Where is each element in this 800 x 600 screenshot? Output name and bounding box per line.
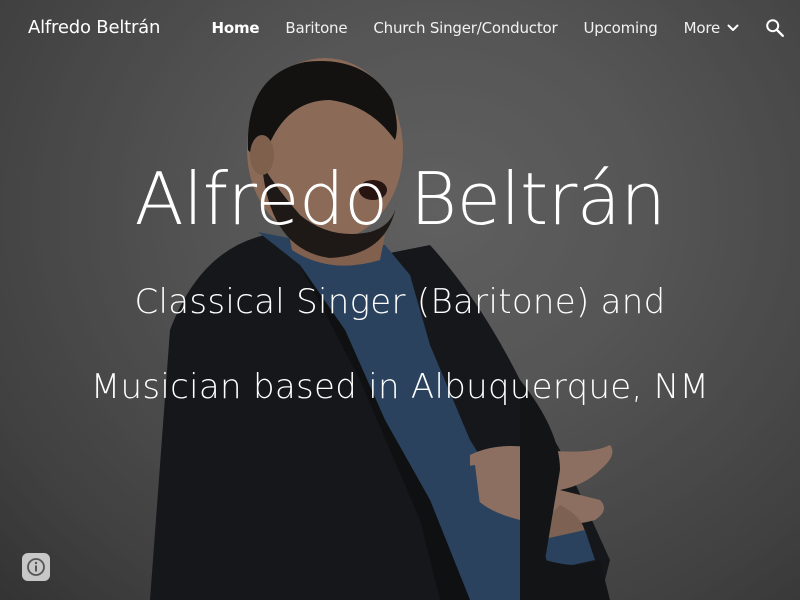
site-title[interactable]: Alfredo Beltrán bbox=[28, 17, 160, 38]
search-icon[interactable] bbox=[764, 17, 786, 39]
page-subheading: Classical Singer (Baritone) and Musician… bbox=[90, 282, 710, 407]
nav-item-upcoming[interactable]: Upcoming bbox=[583, 19, 657, 37]
info-button[interactable] bbox=[22, 553, 50, 581]
page-heading: Alfredo Beltrán bbox=[134, 157, 666, 242]
nav-item-home[interactable]: Home bbox=[212, 19, 260, 37]
nav-item-church-singer-conductor[interactable]: Church Singer/Conductor bbox=[373, 19, 557, 37]
nav-item-baritone[interactable]: Baritone bbox=[285, 19, 347, 37]
top-navigation: Alfredo Beltrán Home Baritone Church Sin… bbox=[0, 0, 800, 58]
info-icon bbox=[27, 558, 45, 576]
chevron-down-icon bbox=[727, 24, 739, 31]
nav-item-more-label: More bbox=[683, 19, 721, 37]
nav-item-more[interactable]: More bbox=[684, 19, 740, 37]
nav-menu: Home Baritone Church Singer/Conductor Up… bbox=[212, 19, 741, 37]
